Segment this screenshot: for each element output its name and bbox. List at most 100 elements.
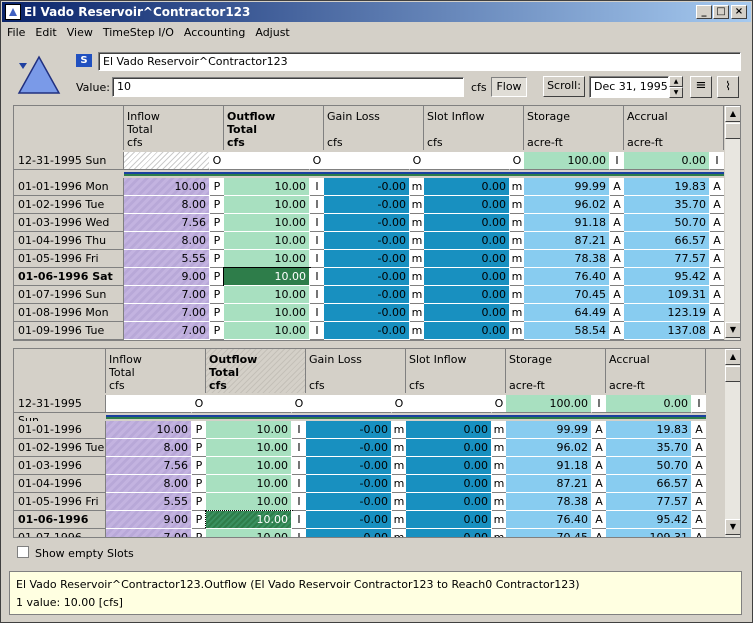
- menu-adjust[interactable]: Adjust: [250, 23, 294, 42]
- table-value-cell[interactable]: 10.00: [124, 178, 210, 196]
- vertical-scrollbar[interactable]: ▲ ▼: [724, 106, 740, 340]
- table-value-cell[interactable]: 5.55: [106, 493, 192, 511]
- menu-view[interactable]: View: [62, 23, 98, 42]
- init-value-cell[interactable]: [424, 152, 510, 170]
- table-value-cell[interactable]: 10.00: [224, 214, 310, 232]
- init-value-cell[interactable]: [206, 395, 292, 413]
- table-value-cell[interactable]: 10.00: [224, 286, 310, 304]
- init-value-cell[interactable]: 0.00: [606, 395, 692, 413]
- table-value-cell[interactable]: 0.00: [424, 268, 510, 286]
- table-value-cell[interactable]: 0.00: [424, 322, 510, 340]
- table-value-cell[interactable]: -0.00: [306, 493, 392, 511]
- scroll-down-button[interactable]: ▼: [725, 519, 740, 535]
- table-value-cell[interactable]: 7.00: [124, 322, 210, 340]
- table-value-cell[interactable]: 10.00: [206, 493, 292, 511]
- table-value-cell[interactable]: 58.54: [524, 322, 610, 340]
- table-value-cell[interactable]: 7.00: [124, 340, 210, 341]
- scroll-button[interactable]: Scroll:: [543, 76, 585, 97]
- init-value-cell[interactable]: [306, 395, 392, 413]
- column-header[interactable]: Outflow Total cfs: [206, 349, 306, 393]
- table-value-cell[interactable]: 8.00: [106, 439, 192, 457]
- table-value-cell[interactable]: 99.99: [524, 178, 610, 196]
- table-value-cell[interactable]: -0.00: [324, 178, 410, 196]
- table-value-cell[interactable]: 109.31: [624, 286, 710, 304]
- table-value-cell[interactable]: -0.00: [306, 439, 392, 457]
- date-field[interactable]: Dec 31, 1995: [589, 76, 669, 98]
- table-value-cell[interactable]: 64.49: [524, 304, 610, 322]
- table-value-cell[interactable]: 0.00: [406, 529, 492, 537]
- table-value-cell[interactable]: 0.00: [424, 196, 510, 214]
- init-value-cell[interactable]: 100.00: [524, 152, 610, 170]
- menu-file[interactable]: File: [2, 23, 30, 42]
- close-button[interactable]: ×: [731, 5, 747, 19]
- table-value-cell[interactable]: 91.18: [506, 457, 592, 475]
- table-value-cell[interactable]: 7.56: [124, 214, 210, 232]
- table-value-cell[interactable]: 95.42: [624, 268, 710, 286]
- date-down-button[interactable]: ▼: [669, 87, 683, 98]
- table-value-cell[interactable]: 10.00: [223, 267, 311, 287]
- scroll-thumb[interactable]: [725, 123, 740, 139]
- table-value-cell[interactable]: -0.00: [306, 475, 392, 493]
- init-value-cell[interactable]: 100.00: [506, 395, 592, 413]
- init-value-cell[interactable]: [106, 395, 192, 413]
- table-value-cell[interactable]: 7.00: [106, 529, 192, 537]
- table-value-cell[interactable]: -0.00: [324, 250, 410, 268]
- table-value-cell[interactable]: 66.57: [624, 232, 710, 250]
- table-value-cell[interactable]: 137.08: [624, 322, 710, 340]
- table-value-cell[interactable]: 76.40: [524, 268, 610, 286]
- column-header[interactable]: Inflow Total cfs: [124, 106, 224, 150]
- table-value-cell[interactable]: 123.19: [624, 304, 710, 322]
- column-header[interactable]: Slot Inflow cfs: [424, 106, 524, 150]
- table-value-cell[interactable]: 0.00: [424, 286, 510, 304]
- table-value-cell[interactable]: 8.00: [124, 232, 210, 250]
- column-header[interactable]: Storage acre-ft: [506, 349, 606, 393]
- table-value-cell[interactable]: 50.70: [606, 457, 692, 475]
- table-value-cell[interactable]: 10.00: [224, 304, 310, 322]
- table-value-cell[interactable]: 10.00: [224, 322, 310, 340]
- table-value-cell[interactable]: 0.00: [424, 232, 510, 250]
- vertical-scrollbar[interactable]: ▲ ▼: [724, 349, 740, 537]
- table-value-cell[interactable]: 78.38: [524, 250, 610, 268]
- table-value-cell[interactable]: 10.00: [224, 232, 310, 250]
- table-value-cell[interactable]: 35.70: [606, 439, 692, 457]
- table-value-cell[interactable]: 0.00: [406, 439, 492, 457]
- table-value-cell[interactable]: 10.00: [206, 529, 292, 537]
- table-value-cell[interactable]: 77.57: [624, 250, 710, 268]
- table-value-cell[interactable]: 8.00: [124, 196, 210, 214]
- table-value-cell[interactable]: 0.00: [424, 178, 510, 196]
- table-value-cell[interactable]: 87.21: [506, 475, 592, 493]
- table-value-cell[interactable]: 0.00: [424, 214, 510, 232]
- table-value-cell[interactable]: 0.00: [406, 511, 492, 529]
- init-value-cell[interactable]: [124, 152, 210, 170]
- table-value-cell[interactable]: 70.45: [524, 286, 610, 304]
- menu-accounting[interactable]: Accounting: [179, 23, 250, 42]
- column-header[interactable]: Slot Inflow cfs: [406, 349, 506, 393]
- table-value-cell[interactable]: 10.00: [224, 178, 310, 196]
- table-value-cell[interactable]: 10.00: [206, 457, 292, 475]
- column-header[interactable]: Gain Loss cfs: [306, 349, 406, 393]
- table-value-cell[interactable]: 0.00: [406, 475, 492, 493]
- table-value-cell[interactable]: 52.59: [524, 340, 610, 341]
- show-empty-checkbox[interactable]: [17, 546, 29, 558]
- table-value-cell[interactable]: 10.00: [205, 510, 293, 530]
- minimize-button[interactable]: _: [696, 5, 712, 19]
- table-value-cell[interactable]: 109.31: [606, 529, 692, 537]
- table-value-cell[interactable]: 150.96: [624, 340, 710, 341]
- table-value-cell[interactable]: 87.21: [524, 232, 610, 250]
- column-header[interactable]: Accrual acre-ft: [624, 106, 724, 150]
- table-value-cell[interactable]: 19.83: [624, 178, 710, 196]
- table-value-cell[interactable]: 99.99: [506, 421, 592, 439]
- table-value-cell[interactable]: -0.00: [324, 268, 410, 286]
- table-value-cell[interactable]: -0.00: [306, 529, 392, 537]
- date-up-button[interactable]: ▲: [669, 76, 683, 87]
- table-value-cell[interactable]: -0.00: [324, 340, 410, 341]
- column-header[interactable]: Gain Loss cfs: [324, 106, 424, 150]
- table-value-cell[interactable]: 96.02: [524, 196, 610, 214]
- table-value-cell[interactable]: -0.00: [324, 286, 410, 304]
- table-value-cell[interactable]: -0.00: [324, 214, 410, 232]
- table-value-cell[interactable]: -0.00: [324, 322, 410, 340]
- table-value-cell[interactable]: -0.00: [306, 511, 392, 529]
- menu-edit[interactable]: Edit: [30, 23, 61, 42]
- table-value-cell[interactable]: 77.57: [606, 493, 692, 511]
- plot-icon[interactable]: ⌇: [717, 76, 739, 98]
